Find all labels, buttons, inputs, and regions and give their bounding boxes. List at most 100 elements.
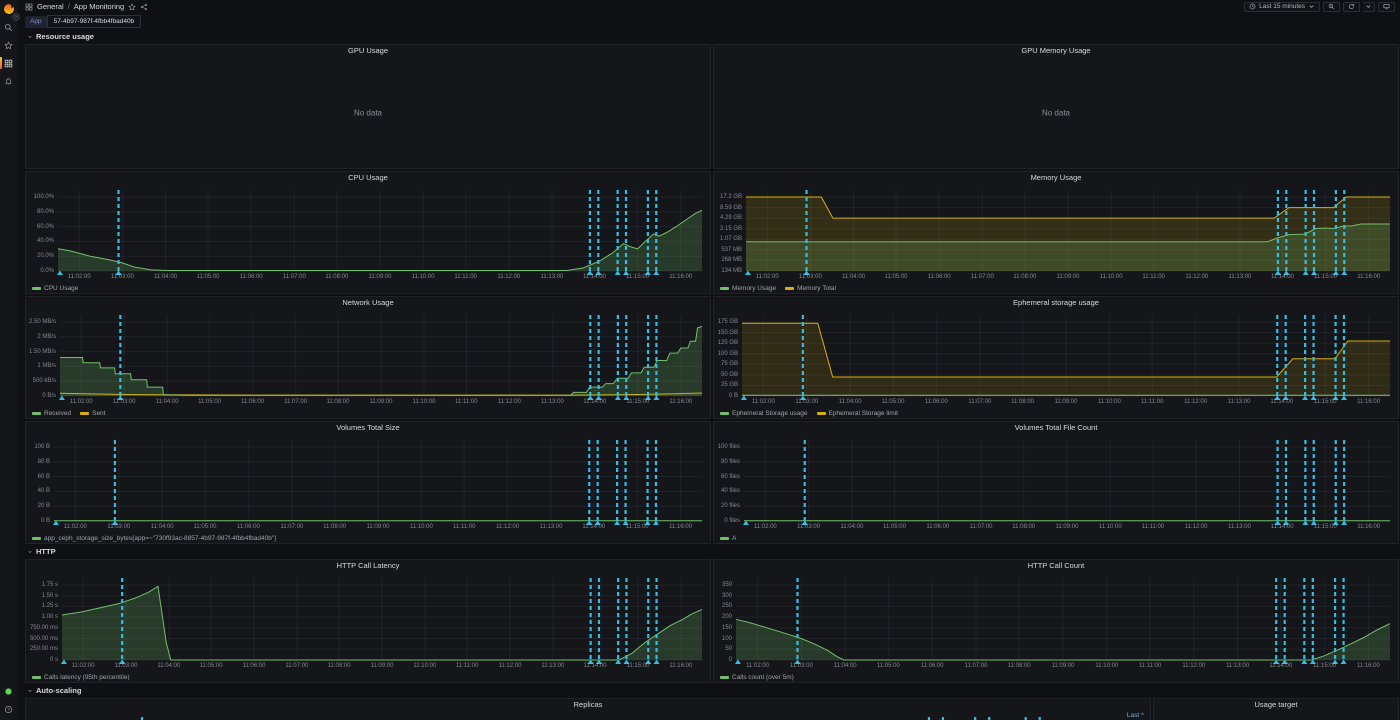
section-resource-usage[interactable]: Resource usage [27, 32, 1399, 41]
panel-title[interactable]: Replicas [26, 699, 1150, 711]
x-axis-label: 11:12:00 [1181, 273, 1213, 281]
x-axis-label: 11:14:00 [579, 662, 611, 670]
panel-plot-http-call-count[interactable]: 35030025020015010050011:02:0011:03:0011:… [714, 572, 1398, 682]
share-icon[interactable] [140, 3, 148, 11]
y-axis-label: 1.00 s [26, 613, 58, 621]
panel-plot-usage-target[interactable] [1154, 711, 1398, 720]
x-axis-label: 11:04:00 [836, 523, 868, 531]
refresh-interval-caret[interactable] [1363, 2, 1375, 12]
sidebar-expand-button[interactable]: › [12, 13, 20, 21]
y-axis-label: 60 B [26, 473, 50, 481]
sidebar-item-server-status[interactable] [4, 686, 13, 696]
star-dashboard-icon[interactable] [128, 3, 136, 11]
sidebar-item-starred[interactable] [0, 40, 17, 50]
y-axis-label: 17.2 GB [714, 193, 742, 201]
y-axis-label: 2.15 GB [714, 225, 742, 233]
y-axis-label: 100 files [714, 443, 740, 451]
legend-item[interactable]: Memory Total [785, 285, 836, 292]
y-axis-label: 0 files [714, 517, 740, 525]
toolbar: Last 15 minutes [1244, 2, 1395, 12]
legend-item[interactable]: CPU Usage [32, 285, 78, 292]
breadcrumb-folder[interactable]: General [37, 2, 64, 11]
y-axis-label: 8.59 GB [714, 204, 742, 212]
panel-plot-volumes-total-size[interactable]: 100 B80 B60 B40 B20 B0 B11:02:0011:03:00… [26, 434, 710, 543]
panel-legend: Calls latency (95th percentile) [32, 672, 130, 682]
panel-plot-ephemeral-storage-usage[interactable]: 175 GB150 GB125 GB100 GB75 GB50 GB25 GB0… [714, 309, 1398, 418]
legend-label: Sent [92, 410, 105, 417]
variable-app-label[interactable]: App [25, 16, 47, 28]
x-axis-label: 11:06:00 [232, 523, 264, 531]
section-http[interactable]: HTTP [27, 547, 1399, 556]
legend-item[interactable]: Sent [80, 410, 105, 417]
legend-item[interactable]: Memory Usage [720, 285, 776, 292]
sidebar-item-dashboards[interactable] [0, 58, 17, 68]
x-axis-label: 11:13:00 [1223, 523, 1255, 531]
variable-app-value[interactable]: 57-4b97-987f-4fbb4fbad40b [47, 15, 142, 28]
panel-plot-http-call-latency[interactable]: 1.75 s1.50 s1.25 s1.00 s750.00 ms500.00 … [26, 572, 710, 682]
x-axis-label: 11:15:00 [621, 523, 653, 531]
legend-swatch [785, 287, 794, 290]
legend-item[interactable]: Received [32, 410, 71, 417]
panel-title[interactable]: Memory Usage [714, 172, 1398, 184]
panel-title[interactable]: Network Usage [26, 297, 710, 309]
panel-title[interactable]: HTTP Call Count [714, 560, 1398, 572]
legend-item[interactable]: Ephemeral Storage limit [817, 410, 898, 417]
legend-item[interactable]: Calls count (over 5m) [720, 674, 794, 681]
x-axis-label: 11:16:00 [665, 662, 697, 670]
x-axis-label: 11:03:00 [108, 398, 140, 406]
x-axis-label: 11:07:00 [965, 523, 997, 531]
legend-sort-header[interactable]: Last ^ [1127, 712, 1144, 719]
grafana-logo[interactable] [3, 2, 15, 14]
sidebar-item-alerting[interactable] [0, 76, 17, 86]
x-axis-label: 11:02:00 [747, 398, 779, 406]
x-axis-label: 11:09:00 [1051, 523, 1083, 531]
legend-item[interactable]: app_ceph_storage_size_bytes{app=~"730f93… [32, 535, 276, 542]
panel-plot-volumes-total-file-count[interactable]: 100 files80 files60 files40 files20 file… [714, 434, 1398, 543]
sidebar-item-help[interactable]: ? [4, 704, 13, 714]
panel-title[interactable]: Usage target [1154, 699, 1398, 711]
x-axis-label: 11:13:00 [1224, 273, 1256, 281]
y-axis-label: 100 [714, 635, 732, 643]
panel-plot-cpu-usage[interactable]: 100.0%80.0%60.0%40.0%20.0%0.0%11:02:0011… [26, 184, 710, 293]
legend-item[interactable]: A [720, 535, 736, 542]
plot-canvas[interactable] [26, 711, 1150, 720]
x-axis-label: 11:09:00 [1050, 398, 1082, 406]
zoom-out-button[interactable] [1323, 2, 1340, 12]
variables-row: App 57-4b97-987f-4fbb4fbad40b [17, 13, 1400, 30]
panel-volumes-total-file-count: Volumes Total File Count 100 files80 fil… [713, 421, 1399, 544]
breadcrumb: General / App Monitoring [25, 2, 148, 11]
panel-plot-replicas[interactable]: Last ^ [26, 711, 1150, 720]
panel-title[interactable]: Volumes Total Size [26, 422, 710, 434]
sidebar-item-search[interactable] [0, 22, 17, 32]
panel-title[interactable]: Volumes Total File Count [714, 422, 1398, 434]
x-axis-label: 11:11:00 [450, 398, 482, 406]
panel-legend: app_ceph_storage_size_bytes{app=~"730f93… [32, 533, 276, 543]
x-axis-label: 11:07:00 [278, 273, 310, 281]
y-axis-label: 100.0% [26, 193, 54, 201]
legend-item[interactable]: Ephemeral Storage usage [720, 410, 808, 417]
panel-title[interactable]: GPU Memory Usage [714, 45, 1398, 57]
collapse-caret-icon [27, 34, 33, 40]
legend-label: Memory Usage [732, 285, 776, 292]
panel-title[interactable]: CPU Usage [26, 172, 710, 184]
panel-plot-network-usage[interactable]: 2.50 MB/s2 MB/s1.50 MB/s1 MB/s500 kB/s0 … [26, 309, 710, 418]
section-auto-scaling[interactable]: Auto-scaling [27, 686, 1399, 695]
y-axis-label: 1 MB/s [26, 362, 56, 370]
legend-label: Ephemeral Storage usage [732, 410, 808, 417]
x-axis-label: 11:05:00 [195, 662, 227, 670]
panel-title[interactable]: Ephemeral storage usage [714, 297, 1398, 309]
panel-plot-memory-usage[interactable]: 17.2 GB8.59 GB4.29 GB2.15 GB1.07 GB537 M… [714, 184, 1398, 293]
refresh-button[interactable] [1343, 2, 1360, 12]
y-axis-label: 250 [714, 602, 732, 610]
cycle-view-button[interactable] [1378, 2, 1395, 12]
y-axis-label: 40 files [714, 487, 740, 495]
x-axis-label: 11:09:00 [1052, 273, 1084, 281]
panel-plot-gpu-memory-usage[interactable]: No data [714, 57, 1398, 168]
legend-item[interactable]: Calls latency (95th percentile) [32, 674, 130, 681]
breadcrumb-dashboard[interactable]: App Monitoring [74, 2, 124, 11]
panel-plot-gpu-usage[interactable]: No data [26, 57, 710, 168]
time-range-picker-button[interactable]: Last 15 minutes [1244, 2, 1320, 12]
panel-title[interactable]: HTTP Call Latency [26, 560, 710, 572]
x-axis-label: 11:10:00 [1095, 273, 1127, 281]
panel-title[interactable]: GPU Usage [26, 45, 710, 57]
